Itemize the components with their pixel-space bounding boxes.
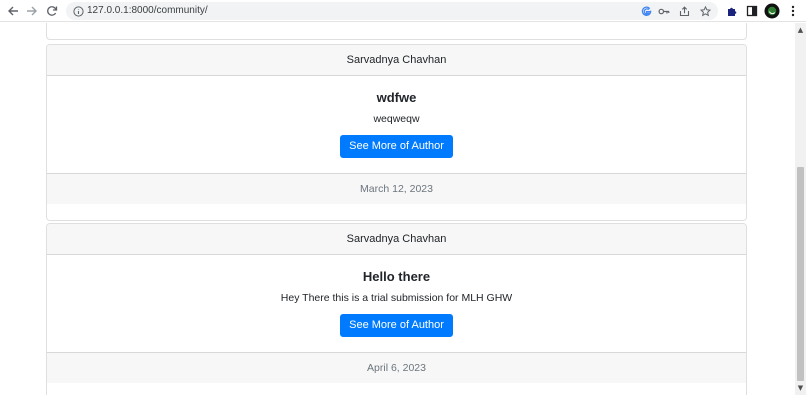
post-date: April 6, 2023: [47, 352, 746, 383]
scroll-up-arrow-icon[interactable]: ▲: [795, 24, 806, 36]
star-icon[interactable]: [698, 4, 712, 18]
post-content: Hey There this is a trial submission for…: [280, 292, 513, 304]
page-viewport: Sarvadnya Chavhan wdfwe weqweqw See More…: [0, 23, 795, 395]
post-author: Sarvadnya Chavhan: [47, 224, 746, 255]
see-more-of-author-button[interactable]: See More of Author: [340, 135, 453, 158]
card-spacer: [47, 383, 746, 395]
kebab-menu-icon[interactable]: [785, 3, 801, 19]
arrow-left-icon[interactable]: [5, 3, 21, 19]
google-icon[interactable]: [639, 4, 653, 18]
reload-icon[interactable]: [44, 3, 60, 19]
post-body: Hello there Hey There this is a trial su…: [47, 255, 746, 352]
share-icon[interactable]: [677, 4, 691, 18]
scrollbar-thumb[interactable]: [797, 167, 804, 381]
address-bar[interactable]: 127.0.0.1:8000/community/: [66, 2, 718, 20]
profile-avatar[interactable]: [764, 3, 780, 19]
post-title: wdfwe: [376, 90, 417, 105]
post-card: Sarvadnya Chavhan Hello there Hey There …: [46, 223, 747, 395]
puzzle-icon[interactable]: [724, 3, 740, 19]
post-content: weqweqw: [373, 113, 420, 125]
key-icon[interactable]: [657, 4, 671, 18]
scroll-down-arrow-icon[interactable]: ▼: [795, 382, 806, 394]
see-more-of-author-button[interactable]: See More of Author: [340, 314, 453, 337]
info-icon[interactable]: [71, 4, 85, 18]
url-text[interactable]: 127.0.0.1:8000/community/: [87, 4, 208, 18]
post-title: Hello there: [362, 269, 431, 284]
post-body: wdfwe weqweqw See More of Author: [47, 76, 746, 173]
browser-toolbar: 127.0.0.1:8000/community/: [0, 0, 806, 22]
post-card: Sarvadnya Chavhan wdfwe weqweqw See More…: [46, 44, 747, 221]
card-spacer: [47, 204, 746, 220]
post-date: March 12, 2023: [47, 173, 746, 204]
post-card-previous: [46, 23, 747, 40]
side-panel-icon[interactable]: [744, 3, 760, 19]
arrow-right-icon[interactable]: [24, 3, 40, 19]
post-author: Sarvadnya Chavhan: [47, 45, 746, 76]
vertical-scrollbar[interactable]: ▲ ▼: [795, 23, 806, 395]
